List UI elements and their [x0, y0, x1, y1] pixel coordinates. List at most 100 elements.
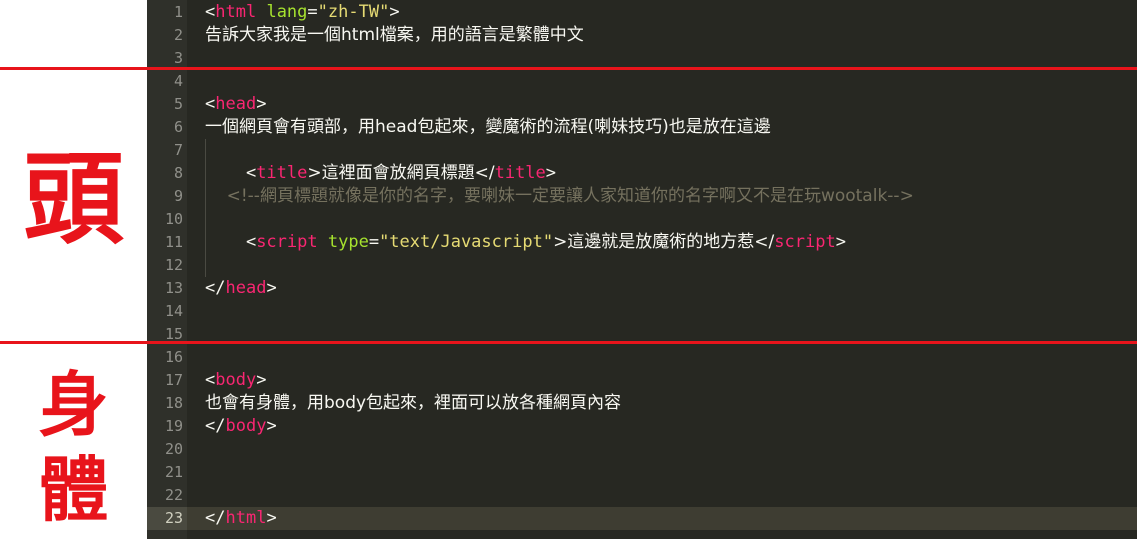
code-token: "zh-TW": [317, 2, 390, 22]
code-token: <: [205, 2, 216, 22]
line-number: 9: [173, 187, 183, 205]
code-line-16[interactable]: 16: [147, 346, 1137, 369]
head-label: 頭: [23, 141, 124, 258]
code-token: >: [266, 508, 277, 528]
code-editor[interactable]: 1 <html lang="zh-TW"> 2 告訴大家我是一個html檔案，用的語言…: [147, 0, 1137, 539]
line-number: 1: [173, 3, 183, 21]
code-token: body: [215, 370, 257, 390]
line-number: 22: [164, 486, 183, 504]
code-line-9[interactable]: 9 <!--網頁標題就像是你的名字，要喇妹一定要讓人家知道你的名字啊又不是在玩w…: [147, 185, 1137, 208]
line-number: 20: [164, 440, 183, 458]
code-line-13[interactable]: 13 </head>: [147, 277, 1137, 300]
code-token: html: [225, 508, 267, 528]
code-line-11[interactable]: 11 <script type="text/Javascript">這邊就是放魔…: [147, 231, 1137, 254]
code-line-2[interactable]: 2 告訴大家我是一個html檔案，用的語言是繁體中文: [147, 24, 1137, 47]
code-token: title: [256, 163, 308, 183]
code-token: title: [494, 163, 546, 183]
code-token: <: [205, 232, 257, 252]
code-token: 也會有身體，用body包起來，裡面可以放各種網頁內容: [205, 393, 622, 413]
line-code[interactable]: <head>: [205, 93, 266, 116]
code-line-7[interactable]: 7: [147, 139, 1137, 162]
code-token: >這邊就是放魔術的地方惹</: [553, 232, 775, 252]
line-code[interactable]: <body>: [205, 369, 266, 392]
code-line-6[interactable]: 6 一個網頁會有頭部，用head包起來，變魔術的流程(喇妹技巧)也是放在這邊: [147, 116, 1137, 139]
line-code[interactable]: 一個網頁會有頭部，用head包起來，變魔術的流程(喇妹技巧)也是放在這邊: [205, 116, 771, 139]
line-number: 10: [164, 210, 183, 228]
line-code[interactable]: 也會有身體，用body包起來，裡面可以放各種網頁內容: [205, 392, 621, 415]
code-token: script: [774, 232, 836, 252]
code-token: <: [205, 163, 257, 183]
code-token: html: [215, 2, 257, 22]
code-line-21[interactable]: 21: [147, 461, 1137, 484]
divider-middle: [0, 341, 1137, 344]
code-token: head: [215, 94, 257, 114]
divider-top: [0, 67, 1137, 70]
code-token: >: [835, 232, 846, 252]
code-line-20[interactable]: 20: [147, 438, 1137, 461]
line-number: 18: [164, 394, 183, 412]
code-line-4[interactable]: 4: [147, 70, 1137, 93]
code-token: body: [225, 416, 267, 436]
line-code[interactable]: <script type="text/Javascript">這邊就是放魔術的地…: [205, 231, 846, 254]
code-token: >: [545, 163, 557, 183]
code-line-5[interactable]: 5 <head>: [147, 93, 1137, 116]
code-token: <: [205, 94, 216, 114]
line-number: 8: [173, 164, 183, 182]
code-token: >: [266, 416, 277, 436]
code-line-19[interactable]: 19 </body>: [147, 415, 1137, 438]
code-line-18[interactable]: 18 也會有身體，用body包起來，裡面可以放各種網頁內容: [147, 392, 1137, 415]
code-line-12[interactable]: 12: [147, 254, 1137, 277]
side-label-panel: 頭 身 體: [0, 0, 147, 539]
line-number: 14: [164, 302, 183, 320]
line-number: 13: [164, 279, 183, 297]
line-code[interactable]: </head>: [205, 277, 277, 300]
code-line-1[interactable]: 1 <html lang="zh-TW">: [147, 1, 1137, 24]
line-number: 6: [173, 118, 183, 136]
code-token: lang: [266, 2, 308, 22]
line-number: 11: [164, 233, 183, 251]
code-token: >: [389, 2, 400, 22]
code-token: >這裡面會放網頁標題</: [307, 163, 495, 183]
line-number: 17: [164, 371, 183, 389]
code-token: "text/Javascript": [379, 232, 554, 252]
line-number: 5: [173, 95, 183, 113]
line-number: 23: [147, 507, 187, 530]
line-number: 21: [164, 463, 183, 481]
code-line-14[interactable]: 14: [147, 300, 1137, 323]
code-token: =: [307, 2, 318, 22]
code-token: =: [368, 232, 380, 252]
body-label-char-2: 體: [38, 449, 109, 531]
line-code[interactable]: <!--網頁標題就像是你的名字，要喇妹一定要讓人家知道你的名字啊又不是在玩woo…: [205, 185, 914, 208]
code-line-8[interactable]: 8 <title>這裡面會放網頁標題</title>: [147, 162, 1137, 185]
line-number: 19: [164, 417, 183, 435]
code-line-17[interactable]: 17 <body>: [147, 369, 1137, 392]
code-token: script: [256, 232, 318, 252]
code-line-23[interactable]: 23 </html>: [147, 507, 1137, 530]
code-token: >: [256, 370, 267, 390]
code-token: head: [225, 278, 267, 298]
code-token: 告訴大家我是一個html檔案，用的語言是繁體中文: [205, 25, 584, 45]
code-token: type: [327, 232, 369, 252]
code-line-10[interactable]: 10: [147, 208, 1137, 231]
line-number: 16: [164, 348, 183, 366]
line-number: 12: [164, 256, 183, 274]
code-token: </: [205, 416, 226, 436]
code-token: <: [205, 370, 216, 390]
code-token: <!--網頁標題就像是你的名字，要喇妹一定要讓人家知道你的名字啊又不是在玩woo…: [205, 186, 914, 206]
line-code[interactable]: </body>: [205, 415, 277, 438]
code-token: </: [205, 278, 226, 298]
line-number: 7: [173, 141, 183, 159]
line-number: 2: [173, 26, 183, 44]
body-label-char-1: 身: [38, 364, 109, 446]
line-code[interactable]: <html lang="zh-TW">: [205, 1, 400, 24]
line-code[interactable]: 告訴大家我是一個html檔案，用的語言是繁體中文: [205, 24, 584, 47]
line-code[interactable]: </html>: [205, 507, 277, 530]
code-token: 一個網頁會有頭部，用head包起來，變魔術的流程(喇妹技巧)也是放在這邊: [205, 117, 771, 137]
code-token: >: [256, 94, 267, 114]
code-line-22[interactable]: 22: [147, 484, 1137, 507]
line-number: 4: [173, 72, 183, 90]
line-code[interactable]: <title>這裡面會放網頁標題</title>: [205, 162, 556, 185]
code-token: </: [205, 508, 226, 528]
